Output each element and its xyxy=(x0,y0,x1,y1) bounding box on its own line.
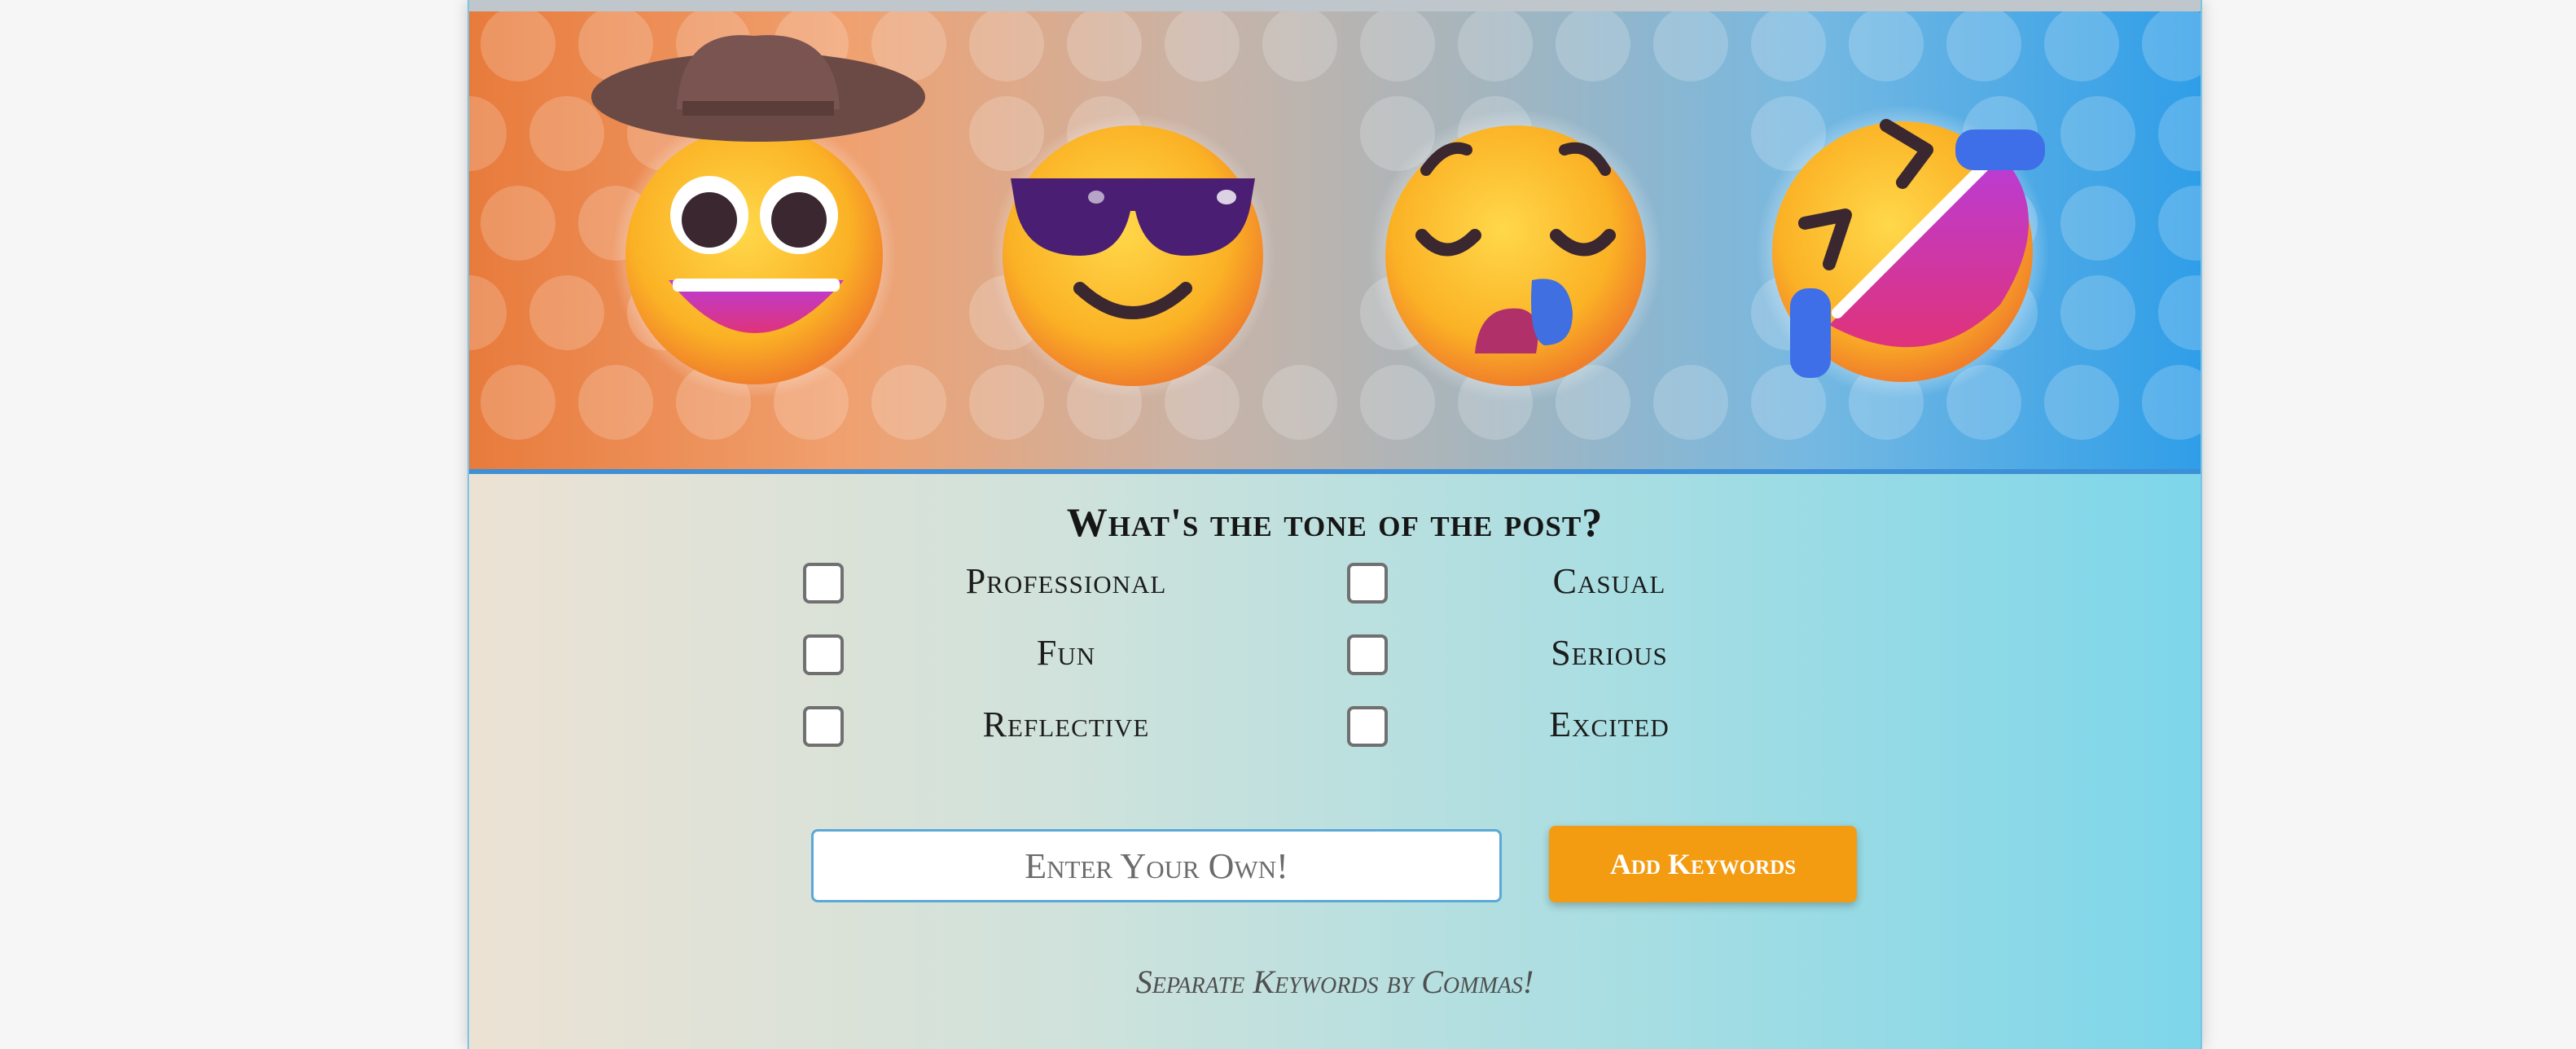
tone-card: What's the tone of the post? Professiona… xyxy=(467,0,2202,1049)
label-excited[interactable]: Excited xyxy=(1446,704,1772,745)
form-title: What's the tone of the post? xyxy=(1066,499,1604,545)
emoji-banner xyxy=(469,11,2201,474)
smiling-face-with-sunglasses-icon xyxy=(990,113,1275,398)
cowboy-hat-face-icon xyxy=(591,35,925,398)
add-keywords-button[interactable]: Add Keywords xyxy=(1549,826,1857,902)
option-excited[interactable] xyxy=(1347,702,1388,751)
tone-form: What's the tone of the post? Professiona… xyxy=(469,474,2201,1049)
label-professional[interactable]: Professional xyxy=(903,560,1229,602)
keyword-hint: Separate Keywords by Commas! xyxy=(1135,963,1534,1000)
checkbox-excited[interactable] xyxy=(1347,706,1388,747)
banner-artwork xyxy=(469,11,2201,440)
option-fun[interactable] xyxy=(803,630,844,679)
checkbox-serious[interactable] xyxy=(1347,634,1388,675)
rolling-on-the-floor-laughing-icon xyxy=(1756,105,2049,398)
option-reflective[interactable] xyxy=(803,702,844,751)
label-casual[interactable]: Casual xyxy=(1446,560,1772,602)
option-casual[interactable] xyxy=(1347,559,1388,608)
sleepy-face-icon xyxy=(1369,109,1662,402)
label-reflective[interactable]: Reflective xyxy=(903,704,1229,745)
checkbox-professional[interactable] xyxy=(803,563,844,604)
checkbox-fun[interactable] xyxy=(803,634,844,675)
option-professional[interactable] xyxy=(803,559,844,608)
checkbox-reflective[interactable] xyxy=(803,706,844,747)
checkbox-casual[interactable] xyxy=(1347,563,1388,604)
label-serious[interactable]: Serious xyxy=(1446,632,1772,674)
label-fun[interactable]: Fun xyxy=(903,632,1229,674)
keyword-input[interactable] xyxy=(811,829,1502,902)
option-serious[interactable] xyxy=(1347,630,1388,679)
